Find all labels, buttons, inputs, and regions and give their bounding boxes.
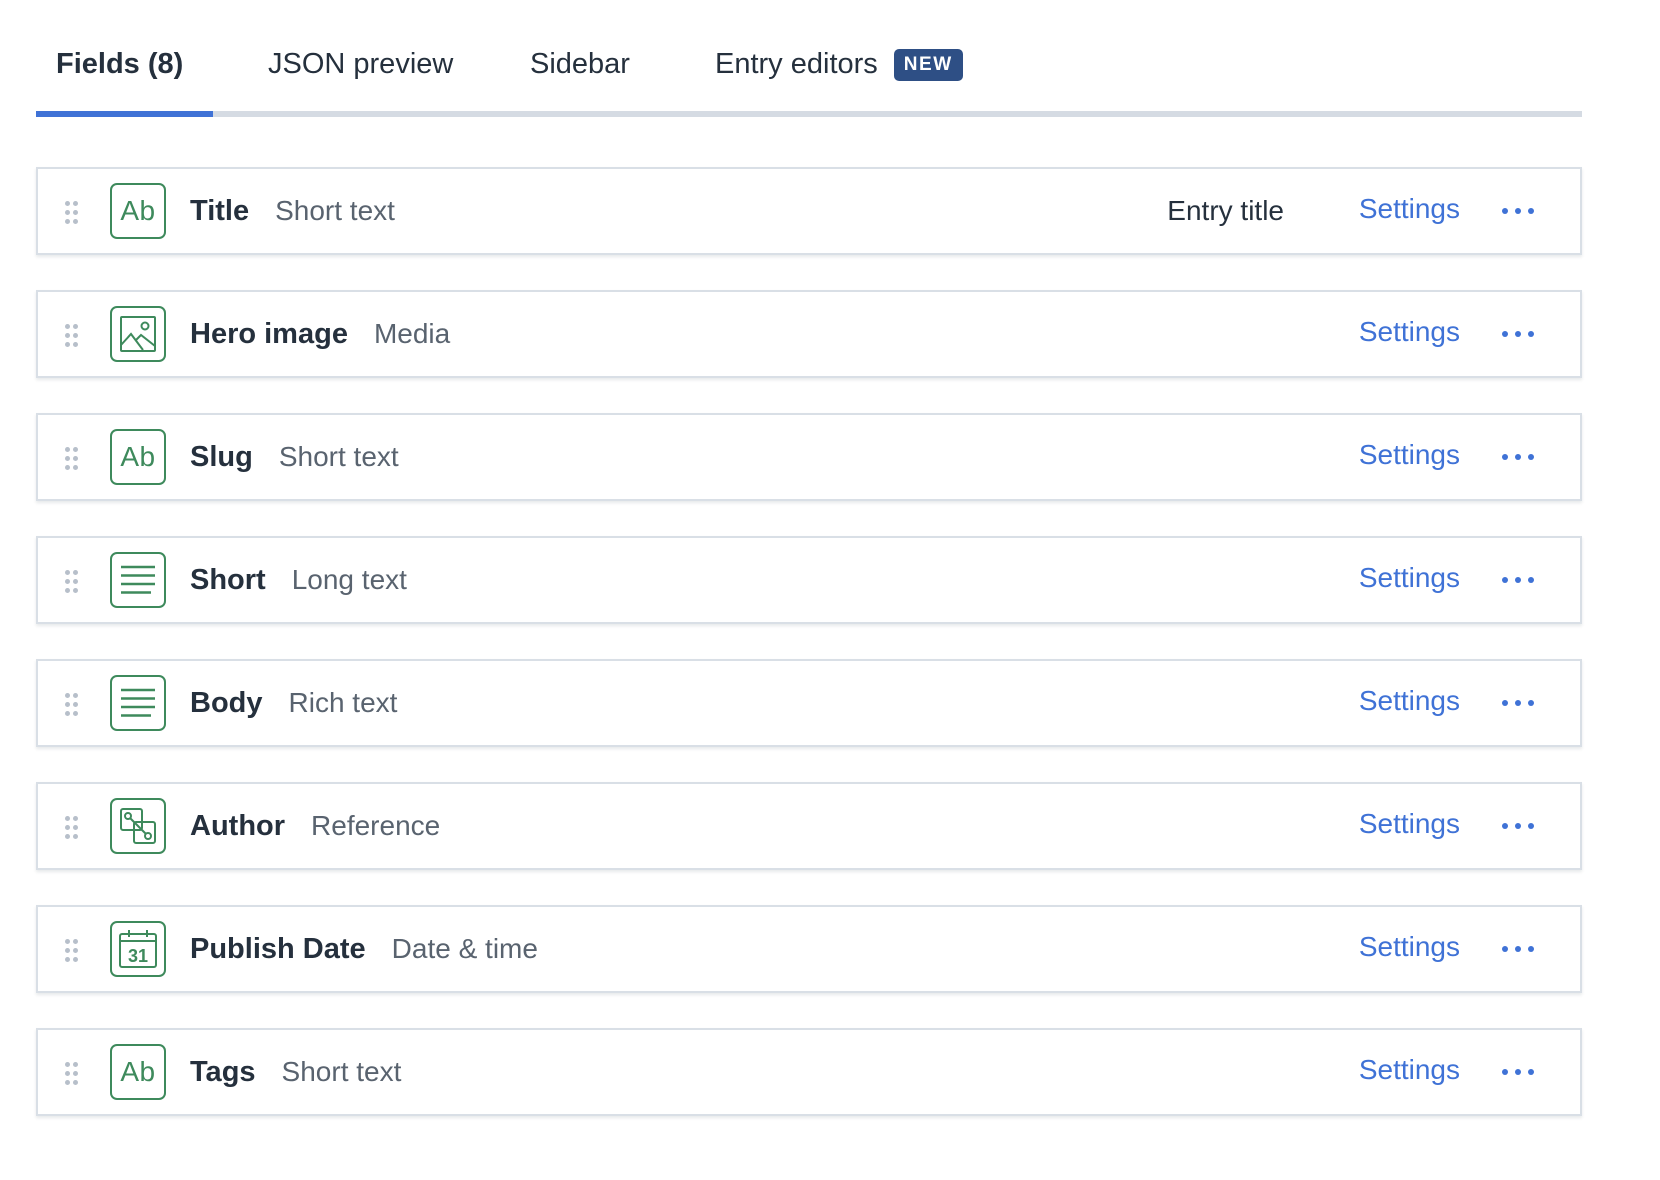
field-type: Reference [311,810,441,841]
field-row-slug[interactable]: Ab Slug Short text Settings [36,413,1582,501]
field-row-hero-image[interactable]: Hero image Media Settings [36,290,1582,378]
settings-link[interactable]: Settings [1359,169,1460,249]
active-tab-indicator [36,111,213,117]
more-options-icon[interactable] [1502,451,1534,463]
entry-title-label: Entry title [1167,195,1284,226]
short-text-icon-label: Ab [120,1056,156,1087]
field-info: Slug Short text [190,415,399,499]
field-info: Title Short text [190,169,395,253]
tab-entry-editors[interactable]: Entry editors NEW [715,44,963,84]
field-row-short[interactable]: Short Long text Settings [36,536,1582,624]
field-type: Rich text [288,687,398,718]
drag-handle-icon[interactable] [65,570,79,594]
more-options-icon[interactable] [1502,943,1534,955]
field-row-title[interactable]: Ab Title Short text Entry title Settings [36,167,1582,255]
tab-entry-editors-label: Entry editors [715,48,878,80]
field-name: Author [190,810,286,842]
media-icon [110,306,166,362]
drag-handle-icon[interactable] [65,447,79,471]
field-info: Author Reference [190,784,440,868]
field-row-author[interactable]: Author Reference Settings [36,782,1582,870]
new-badge: NEW [893,49,963,81]
field-info: Body Rich text [190,661,397,745]
field-type: Media [373,318,451,349]
field-info: Short Long text [190,538,407,622]
rich-text-icon [110,675,166,731]
reference-icon [110,798,166,854]
field-name: Slug [190,441,253,473]
more-options-icon[interactable] [1502,328,1534,340]
field-info: Hero image Media [190,292,450,376]
field-name: Publish Date [190,933,366,965]
drag-handle-icon[interactable] [65,201,79,225]
tab-json-preview[interactable]: JSON preview [268,44,453,84]
field-name: Title [190,195,250,227]
field-type: Short text [275,195,395,226]
tab-fields[interactable]: Fields (8) [56,44,183,84]
tab-sidebar-label: Sidebar [530,48,630,80]
more-options-icon[interactable] [1502,1066,1534,1078]
tab-fields-label: Fields (8) [56,48,184,80]
tab-bar: Fields (8) JSON preview Sidebar Entry ed… [36,0,1582,120]
tab-track [36,111,1582,117]
more-options-icon[interactable] [1502,697,1534,709]
short-text-icon-label: Ab [120,441,156,472]
long-text-icon [110,552,166,608]
calendar-icon: 31 [110,921,166,977]
more-options-icon[interactable] [1502,574,1534,586]
more-options-icon[interactable] [1502,820,1534,832]
more-options-icon[interactable] [1502,205,1534,217]
short-text-icon: Ab [110,1044,166,1100]
field-name: Short [190,564,266,596]
field-name: Tags [190,1056,256,1088]
calendar-icon-day: 31 [128,946,148,966]
drag-handle-icon[interactable] [65,693,79,717]
field-type: Short text [278,441,399,472]
drag-handle-icon[interactable] [65,324,79,348]
settings-link[interactable]: Settings [1359,538,1460,618]
field-row-tags[interactable]: Ab Tags Short text Settings [36,1028,1582,1116]
settings-link[interactable]: Settings [1359,1030,1460,1110]
settings-link[interactable]: Settings [1359,415,1460,495]
field-type: Date & time [391,933,538,964]
tab-sidebar[interactable]: Sidebar [530,44,630,84]
settings-link[interactable]: Settings [1359,292,1460,372]
tab-json-preview-label: JSON preview [268,48,454,80]
drag-handle-icon[interactable] [65,816,79,840]
field-row-body[interactable]: Body Rich text Settings [36,659,1582,747]
field-name: Hero image [190,318,348,350]
field-info: Tags Short text [190,1030,401,1114]
settings-link[interactable]: Settings [1359,907,1460,987]
drag-handle-icon[interactable] [65,939,79,963]
field-name: Body [190,687,263,719]
field-info: Publish Date Date & time [190,907,538,991]
field-type: Short text [281,1056,402,1087]
field-row-publish-date[interactable]: 31 Publish Date Date & time Settings [36,905,1582,993]
field-type: Long text [291,564,407,595]
field-list: Ab Title Short text Entry title Settings … [36,167,1582,1151]
short-text-icon-label: Ab [120,195,156,226]
settings-link[interactable]: Settings [1359,784,1460,864]
short-text-icon: Ab [110,429,166,485]
short-text-icon: Ab [110,183,166,239]
settings-link[interactable]: Settings [1359,661,1460,741]
drag-handle-icon[interactable] [65,1062,79,1086]
